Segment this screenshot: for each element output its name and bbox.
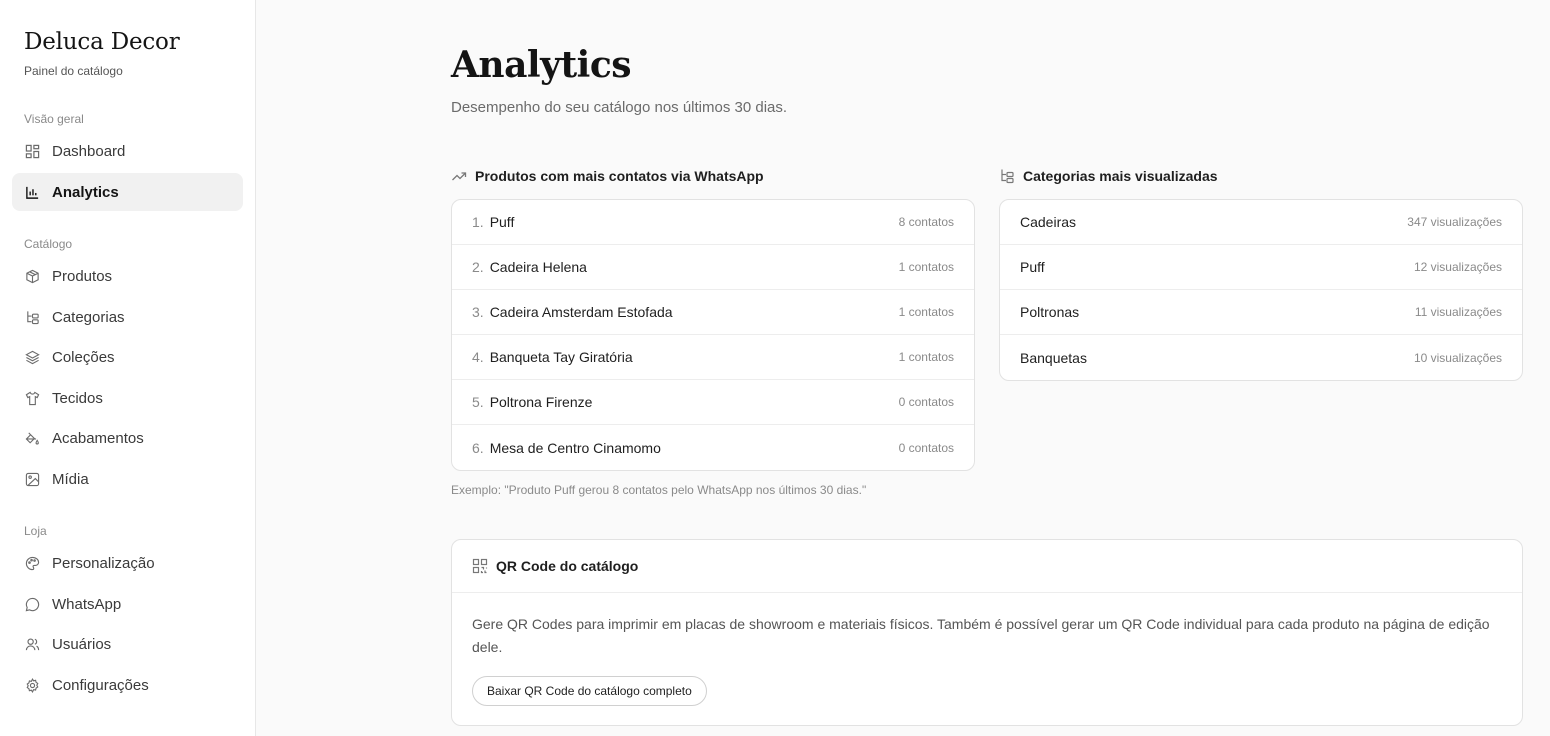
package-icon (24, 268, 40, 284)
rank-number: 1. (472, 214, 484, 230)
sidebar-item-personalizacao[interactable]: Personalização (12, 544, 243, 582)
list-item[interactable]: 5. Poltrona Firenze 0 contatos (452, 380, 974, 425)
sidebar-item-label: Categorias (52, 308, 125, 326)
download-qr-button[interactable]: Baixar QR Code do catálogo completo (472, 676, 707, 706)
palette-icon (24, 555, 40, 571)
sidebar-item-label: Coleções (52, 348, 115, 366)
top-categories-title: Categorias mais visualizadas (1023, 168, 1218, 184)
sidebar-item-usuarios[interactable]: Usuários (12, 625, 243, 663)
list-item[interactable]: 1. Puff 8 contatos (452, 200, 974, 245)
sidebar-item-label: Dashboard (52, 142, 126, 160)
sidebar-item-label: Configurações (52, 676, 149, 694)
product-name: Banqueta Tay Giratória (489, 349, 633, 365)
rank-number: 5. (472, 394, 484, 410)
list-item[interactable]: Poltronas 11 visualizações (1000, 290, 1522, 335)
product-name: Mesa de Centro Cinamomo (489, 439, 661, 456)
tree-icon (24, 309, 40, 325)
sidebar-item-label: Produtos (52, 267, 113, 285)
sidebar-item-label: Analytics (52, 183, 119, 201)
sidebar-item-label: Usuários (52, 635, 112, 653)
category-name: Puff (1020, 259, 1045, 275)
rank-number: 6. (472, 439, 484, 456)
contact-count: 1 contatos (898, 260, 954, 274)
gear-icon (24, 677, 40, 693)
contact-count: 1 contatos (898, 350, 954, 364)
sidebar-item-produtos[interactable]: Produtos (12, 257, 243, 295)
product-name: Puff (489, 214, 515, 230)
sidebar-item-midia[interactable]: Mídia (12, 460, 243, 498)
sidebar-item-label: Mídia (52, 470, 89, 488)
section-label-overview: Visão geral (24, 112, 84, 126)
layers-icon (24, 349, 40, 365)
sidebar-item-label: Personalização (52, 554, 155, 572)
list-item[interactable]: 4. Banqueta Tay Giratória 1 contatos (452, 335, 974, 380)
rank-number: 2. (472, 259, 484, 275)
list-item[interactable]: 2. Cadeira Helena 1 contatos (452, 245, 974, 290)
top-products-title: Produtos com mais contatos via WhatsApp (475, 168, 764, 184)
view-count: 11 visualizações (1414, 305, 1502, 319)
qr-code-icon (472, 558, 488, 574)
page-title: Analytics (451, 44, 632, 86)
top-categories-heading: Categorias mais visualizadas (999, 168, 1218, 184)
list-item[interactable]: 3. Cadeira Amsterdam Estofada 1 contatos (452, 290, 974, 335)
contact-count: 8 contatos (898, 215, 954, 229)
brand-name: Deluca Decor (24, 29, 180, 55)
product-name: Poltrona Firenze (489, 394, 593, 410)
tree-icon (999, 168, 1015, 184)
sidebar-item-label: Acabamentos (52, 429, 144, 447)
view-count: 347 visualizações (1407, 215, 1502, 229)
sidebar-item-dashboard[interactable]: Dashboard (12, 132, 243, 170)
list-item[interactable]: 6. Mesa de Centro Cinamomo 0 contatos (452, 425, 974, 470)
section-label-store: Loja (24, 524, 47, 538)
list-item[interactable]: Banquetas 10 visualizações (1000, 335, 1522, 380)
top-products-list: 1. Puff 8 contatos 2. Cadeira Helena 1 con… (451, 199, 975, 471)
users-icon (24, 636, 40, 652)
example-note: Exemplo: "Produto Puff gerou 8 contatos … (451, 483, 867, 497)
product-name: Cadeira Amsterdam Estofada (489, 304, 673, 320)
sidebar-item-label: WhatsApp (52, 595, 122, 613)
chat-icon (24, 596, 40, 612)
sidebar-item-analytics[interactable]: Analytics (12, 173, 243, 211)
view-count: 10 visualizações (1413, 350, 1502, 365)
qr-code-description: Gere QR Codes para imprimir em placas de… (472, 616, 1490, 655)
rank-number: 3. (472, 304, 484, 320)
trending-up-icon (451, 168, 467, 184)
sidebar: Deluca Decor Painel do catálogo Visão ge… (0, 0, 256, 736)
sidebar-item-colecoes[interactable]: Coleções (12, 338, 243, 376)
list-item[interactable]: Cadeiras 347 visualizações (1000, 200, 1522, 245)
top-categories-list: Cadeiras 347 visualizações Puff 12 visua… (999, 199, 1523, 381)
sidebar-item-whatsapp[interactable]: WhatsApp (12, 585, 243, 623)
category-name: Cadeiras (1020, 214, 1077, 230)
top-products-heading: Produtos com mais contatos via WhatsApp (451, 168, 764, 184)
contact-count: 0 contatos (898, 440, 954, 455)
sidebar-item-categorias[interactable]: Categorias (12, 298, 243, 336)
list-item[interactable]: Puff 12 visualizações (1000, 245, 1522, 290)
category-name: Poltronas (1020, 304, 1080, 320)
contact-count: 1 contatos (898, 305, 954, 319)
brand-subtitle: Painel do catálogo (24, 64, 123, 78)
sidebar-item-tecidos[interactable]: Tecidos (12, 379, 243, 417)
paint-bucket-icon (24, 430, 40, 446)
sidebar-item-configuracoes[interactable]: Configurações (12, 666, 243, 704)
product-name: Cadeira Helena (489, 259, 587, 275)
bar-chart-icon (24, 184, 40, 200)
shirt-icon (24, 390, 40, 406)
qr-code-card: QR Code do catálogo Gere QR Codes para i… (451, 539, 1523, 726)
page-subtitle: Desempenho do seu catálogo nos últimos 3… (451, 99, 788, 116)
sidebar-item-label: Tecidos (52, 389, 103, 407)
category-name: Banquetas (1020, 349, 1087, 366)
view-count: 12 visualizações (1413, 260, 1502, 274)
rank-number: 4. (472, 349, 484, 365)
contact-count: 0 contatos (898, 395, 954, 409)
section-label-catalog: Catálogo (24, 237, 73, 251)
qr-code-heading: QR Code do catálogo (452, 540, 1522, 593)
qr-code-title: QR Code do catálogo (496, 558, 639, 574)
dashboard-icon (24, 143, 40, 159)
sidebar-item-acabamentos[interactable]: Acabamentos (12, 419, 243, 457)
image-icon (24, 471, 40, 487)
